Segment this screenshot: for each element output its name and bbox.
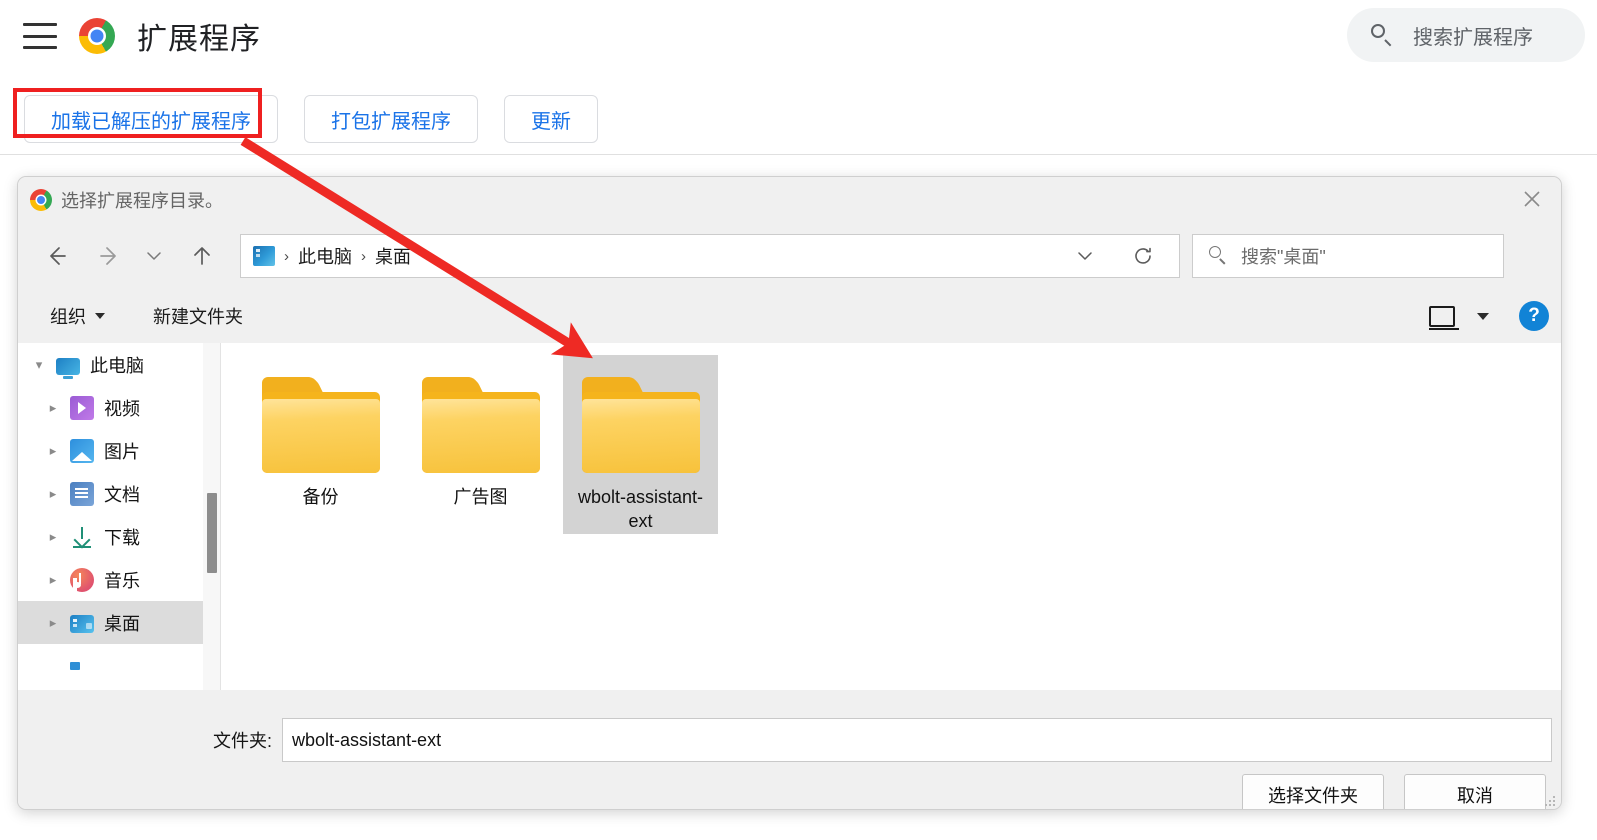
navigation-sidebar: ▾ 此电脑 ▸ 视频 ▸ 图片 ▸ 文档 ▸ 下载 ▸ 音乐 ▸ 桌面	[18, 343, 220, 690]
folder-icon	[420, 373, 542, 473]
sidebar-item-label: 文档	[104, 484, 140, 505]
list-item-selected[interactable]: wbolt-assistant-ext	[563, 355, 718, 534]
dialog-footer: 文件夹: wbolt-assistant-ext 选择文件夹 取消	[18, 690, 1561, 809]
sidebar-item-label: 图片	[104, 441, 140, 462]
dialog-titlebar: 选择扩展程序目录。	[18, 177, 1561, 223]
downloads-icon	[70, 525, 94, 549]
chevron-down-icon	[95, 313, 105, 319]
videos-icon	[70, 395, 94, 420]
file-item-label: wbolt-assistant-ext	[577, 487, 704, 532]
cancel-button[interactable]: 取消	[1404, 774, 1546, 809]
desktop-icon	[70, 615, 94, 633]
close-icon[interactable]	[1503, 177, 1561, 221]
sidebar-item-label: 视频	[104, 398, 140, 419]
view-chevron-down-icon[interactable]	[1477, 312, 1489, 320]
arrow-up-icon[interactable]	[180, 234, 224, 278]
address-breadcrumb-bar[interactable]: › 此电脑 › 桌面	[240, 234, 1180, 278]
music-icon	[70, 567, 94, 592]
dialog-body: ▾ 此电脑 ▸ 视频 ▸ 图片 ▸ 文档 ▸ 下载 ▸ 音乐 ▸ 桌面 备份 广…	[18, 343, 1561, 690]
breadcrumb-this-pc[interactable]: 此电脑	[298, 243, 352, 269]
list-item[interactable]: 备份	[243, 355, 398, 534]
file-list: 备份 广告图 wbolt-assistant-ext	[221, 343, 1561, 690]
file-item-label: 广告图	[453, 487, 508, 507]
extensions-search-placeholder: 搜索扩展程序	[1413, 26, 1533, 49]
breadcrumb-desktop[interactable]: 桌面	[375, 243, 411, 269]
sidebar-item-videos[interactable]: ▸ 视频	[18, 386, 220, 429]
organize-button[interactable]: 组织	[50, 303, 105, 329]
new-folder-button[interactable]: 新建文件夹	[153, 303, 243, 329]
chevron-right-icon[interactable]: ▸	[40, 443, 66, 459]
view-layout-icon[interactable]	[1429, 305, 1459, 330]
chevron-right-icon[interactable]: ▸	[40, 615, 66, 631]
sidebar-item-partial[interactable]	[18, 644, 220, 687]
chrome-logo-icon	[79, 18, 115, 54]
desktop-drive-icon	[253, 246, 275, 266]
resize-grip-icon[interactable]	[1545, 796, 1556, 807]
breadcrumb-separator: ›	[361, 247, 366, 265]
select-folder-dialog: 选择扩展程序目录。 › 此电脑 › 桌面 搜索"桌面" 组织 新建文件夹 ? ▾…	[17, 176, 1562, 810]
folder-field-row: 文件夹: wbolt-assistant-ext	[18, 718, 1561, 762]
dialog-search-placeholder: 搜索"桌面"	[1241, 247, 1326, 267]
help-icon[interactable]: ?	[1519, 301, 1549, 331]
sidebar-item-pictures[interactable]: ▸ 图片	[18, 429, 220, 472]
file-item-label: 备份	[302, 487, 339, 507]
sidebar-scrollbar-thumb[interactable]	[207, 493, 217, 573]
chevron-right-icon[interactable]: ▸	[40, 529, 66, 545]
recent-locations-chevron-down-icon[interactable]	[138, 234, 170, 278]
extensions-toolbar: 加载已解压的扩展程序 打包扩展程序 更新	[0, 88, 1597, 150]
sidebar-item-documents[interactable]: ▸ 文档	[18, 472, 220, 515]
folder-icon	[580, 373, 702, 473]
chrome-logo-icon	[30, 189, 52, 211]
header-divider	[0, 154, 1597, 155]
chevron-down-icon[interactable]: ▾	[26, 357, 52, 373]
sidebar-item-music[interactable]: ▸ 音乐	[18, 558, 220, 601]
dialog-title: 选择扩展程序目录。	[61, 191, 223, 211]
sidebar-item-label: 桌面	[104, 613, 140, 634]
extensions-search-input[interactable]: 搜索扩展程序	[1347, 8, 1585, 62]
sidebar-item-label: 音乐	[104, 570, 140, 591]
refresh-icon[interactable]	[1121, 235, 1165, 277]
documents-icon	[70, 481, 94, 506]
update-button[interactable]: 更新	[504, 95, 598, 143]
sidebar-item-label: 下载	[104, 527, 140, 548]
sidebar-item-downloads[interactable]: ▸ 下载	[18, 515, 220, 558]
partial-folder-icon	[70, 661, 80, 670]
pictures-icon	[70, 438, 94, 463]
address-chevron-down-icon[interactable]	[1065, 235, 1105, 277]
view-controls: ?	[1429, 289, 1549, 343]
list-item[interactable]: 广告图	[403, 355, 558, 534]
dialog-navigation-bar: › 此电脑 › 桌面 搜索"桌面"	[18, 223, 1561, 289]
sidebar-scrollbar[interactable]	[203, 343, 220, 690]
computer-icon	[56, 357, 80, 379]
sidebar-item-this-pc[interactable]: ▾ 此电脑	[18, 343, 220, 386]
organize-label: 组织	[50, 307, 86, 327]
hamburger-menu-icon[interactable]	[23, 23, 57, 49]
sidebar-item-desktop[interactable]: ▸ 桌面	[18, 601, 220, 644]
search-icon	[1369, 22, 1395, 48]
search-icon	[1207, 245, 1229, 267]
pack-extension-button[interactable]: 打包扩展程序	[304, 95, 478, 143]
chevron-right-icon[interactable]: ▸	[40, 486, 66, 502]
chevron-right-icon[interactable]: ▸	[40, 572, 66, 588]
folder-icon	[260, 373, 382, 473]
folder-name-input[interactable]: wbolt-assistant-ext	[282, 718, 1553, 762]
dialog-command-bar: 组织 新建文件夹 ?	[18, 289, 1561, 343]
breadcrumb-separator: ›	[284, 247, 289, 265]
folder-name-label: 文件夹:	[213, 731, 273, 751]
load-unpacked-button[interactable]: 加载已解压的扩展程序	[24, 95, 278, 143]
footer-buttons: 选择文件夹 取消	[1242, 774, 1546, 809]
sidebar-item-label: 此电脑	[90, 355, 144, 376]
arrow-right-icon[interactable]	[88, 234, 132, 278]
chevron-right-icon[interactable]: ▸	[40, 400, 66, 416]
select-folder-button[interactable]: 选择文件夹	[1242, 774, 1384, 809]
page-title: 扩展程序	[137, 23, 261, 56]
dialog-search-input[interactable]: 搜索"桌面"	[1192, 234, 1504, 278]
arrow-left-icon[interactable]	[34, 234, 78, 278]
